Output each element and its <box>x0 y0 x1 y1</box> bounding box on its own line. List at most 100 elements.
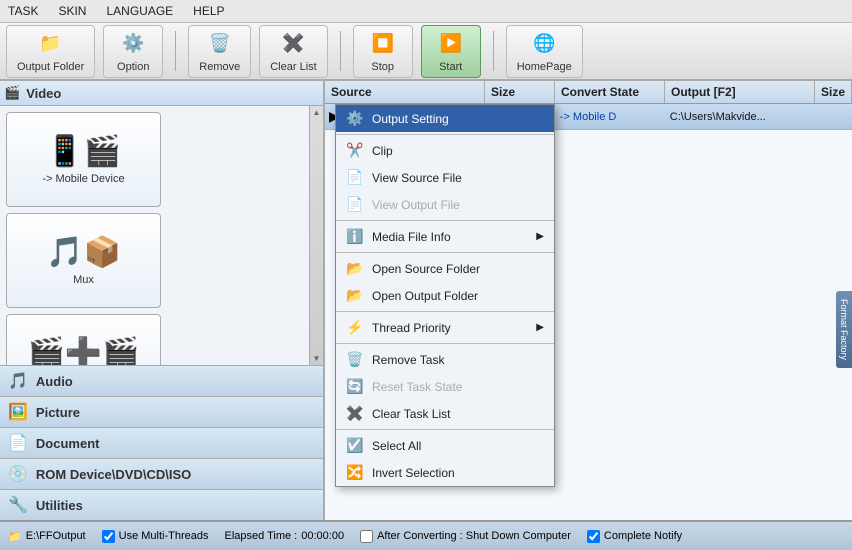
multi-threads-label: Use Multi-Threads <box>119 530 209 542</box>
menu-help[interactable]: HELP <box>189 2 228 20</box>
cm-view-output-icon: 📄 <box>346 196 364 213</box>
output-folder-button[interactable]: 📁 Output Folder <box>6 25 95 78</box>
option-button[interactable]: ⚙️ Option <box>103 25 163 78</box>
cm-select-all[interactable]: ☑️ Select All <box>336 432 554 459</box>
cm-sep-4 <box>336 311 554 312</box>
clear-list-button[interactable]: ✖️ Clear List <box>259 25 327 78</box>
menu-bar: TASK SKIN LANGUAGE HELP <box>0 0 852 23</box>
cm-clip[interactable]: ✂️ Clip <box>336 137 554 164</box>
cm-reset-task-icon: 🔄 <box>346 378 364 395</box>
cm-open-source-folder-icon: 📂 <box>346 260 364 277</box>
clear-list-icon: ✖️ <box>279 30 307 58</box>
after-converting-checkbox[interactable] <box>360 530 373 543</box>
remove-label: Remove <box>199 61 240 73</box>
context-menu: ⚙️ Output Setting ✂️ Clip 📄 View Source … <box>335 104 555 487</box>
complete-notify-checkbox[interactable] <box>587 530 600 543</box>
homepage-icon: 🌐 <box>530 30 558 58</box>
audio-category[interactable]: 🎵 Audio <box>0 365 323 396</box>
toolbar-separator-2 <box>340 31 341 71</box>
video-icon: 🎬 <box>4 85 20 101</box>
multi-threads-item: Use Multi-Threads <box>102 530 209 543</box>
start-icon: ▶️ <box>437 30 465 58</box>
cm-output-setting-label: Output Setting <box>372 112 449 126</box>
col-source: Source <box>325 81 485 103</box>
cm-view-output: 📄 View Output File <box>336 191 554 218</box>
homepage-button[interactable]: 🌐 HomePage <box>506 25 583 78</box>
rom-label: ROM Device\DVD\CD\ISO <box>36 467 191 482</box>
cm-open-source-folder-label: Open Source Folder <box>372 262 480 276</box>
cm-clear-task-list-icon: ✖️ <box>346 405 364 422</box>
cm-clear-task-list[interactable]: ✖️ Clear Task List <box>336 400 554 427</box>
stop-button[interactable]: ⏹️ Stop <box>353 25 413 78</box>
audio-icon: 🎵 <box>8 371 28 391</box>
cm-open-output-folder[interactable]: 📂 Open Output Folder <box>336 282 554 309</box>
col-state: Convert State <box>555 81 665 103</box>
col-size2: Size <box>815 81 852 103</box>
cm-invert-selection[interactable]: 🔀 Invert Selection <box>336 459 554 486</box>
mobile-device-card[interactable]: 📱🎬 -> Mobile Device <box>6 112 161 207</box>
menu-skin[interactable]: SKIN <box>54 2 90 20</box>
mux-card[interactable]: 🎵📦 Mux <box>6 213 161 308</box>
picture-icon: 🖼️ <box>8 402 28 422</box>
cm-invert-selection-icon: 🔀 <box>346 464 364 481</box>
video-joiner-card[interactable]: 🎬➕🎬 Video Joiner <box>6 314 161 365</box>
left-panel-scrollbar[interactable]: ▲ ▼ <box>309 106 323 365</box>
cm-view-output-label: View Output File <box>372 198 460 212</box>
video-card-area: 📱🎬 -> Mobile Device 🎵📦 Mux 🎬➕🎬 Video Joi… <box>0 106 309 365</box>
cm-clear-task-list-label: Clear Task List <box>372 407 450 421</box>
cm-remove-task-label: Remove Task <box>372 353 444 367</box>
cm-sep-6 <box>336 429 554 430</box>
main-area: 🎬 Video 📱🎬 -> Mobile Device 🎵📦 Mux 🎬➕🎬 <box>0 81 852 520</box>
option-icon: ⚙️ <box>119 30 147 58</box>
audio-label: Audio <box>36 374 73 389</box>
cm-view-source[interactable]: 📄 View Source File <box>336 164 554 191</box>
cm-select-all-icon: ☑️ <box>346 437 364 454</box>
cm-remove-task[interactable]: 🗑️ Remove Task <box>336 346 554 373</box>
toolbar: 📁 Output Folder ⚙️ Option 🗑️ Remove ✖️ C… <box>0 23 852 81</box>
cm-thread-priority[interactable]: ⚡ Thread Priority ▶ <box>336 314 554 341</box>
stop-icon: ⏹️ <box>369 30 397 58</box>
start-button[interactable]: ▶️ Start <box>421 25 481 78</box>
cm-thread-priority-arrow: ▶ <box>536 322 544 333</box>
cm-output-setting-icon: ⚙️ <box>346 110 364 127</box>
after-converting-item: After Converting : Shut Down Computer <box>360 530 571 543</box>
cm-output-setting[interactable]: ⚙️ Output Setting <box>336 105 554 132</box>
cm-open-output-folder-icon: 📂 <box>346 287 364 304</box>
status-bar: 📁 E:\FFOutput Use Multi-Threads Elapsed … <box>0 520 852 550</box>
cm-reset-task-label: Reset Task State <box>372 380 463 394</box>
col-size: Size <box>485 81 555 103</box>
file-output: C:\Users\Makvide... <box>664 107 814 127</box>
start-label: Start <box>439 61 462 73</box>
cm-view-source-icon: 📄 <box>346 169 364 186</box>
menu-language[interactable]: LANGUAGE <box>102 2 177 20</box>
rom-category[interactable]: 💿 ROM Device\DVD\CD\ISO <box>0 458 323 489</box>
cm-sep-5 <box>336 343 554 344</box>
menu-task[interactable]: TASK <box>4 2 42 20</box>
picture-label: Picture <box>36 405 80 420</box>
document-label: Document <box>36 436 100 451</box>
cm-view-source-label: View Source File <box>372 171 462 185</box>
cm-sep-2 <box>336 220 554 221</box>
multi-threads-checkbox[interactable] <box>102 530 115 543</box>
cm-clip-icon: ✂️ <box>346 142 364 159</box>
cm-media-info[interactable]: ℹ️ Media File Info ▶ <box>336 223 554 250</box>
output-folder-icon: 📁 <box>37 30 65 58</box>
cm-clip-label: Clip <box>372 144 393 158</box>
right-panel: Source Size Convert State Output [F2] Si… <box>325 81 852 520</box>
document-category[interactable]: 📄 Document <box>0 427 323 458</box>
cm-select-all-label: Select All <box>372 439 421 453</box>
utilities-category[interactable]: 🔧 Utilities <box>0 489 323 520</box>
format-factory-tab[interactable]: Format Factory <box>836 291 852 368</box>
remove-button[interactable]: 🗑️ Remove <box>188 25 251 78</box>
elapsed-time-value: 00:00:00 <box>301 530 344 542</box>
folder-icon: 📁 <box>8 530 22 543</box>
cm-open-source-folder[interactable]: 📂 Open Source Folder <box>336 255 554 282</box>
cm-media-info-icon: ℹ️ <box>346 228 364 245</box>
complete-notify-label: Complete Notify <box>604 530 682 542</box>
left-panel: 🎬 Video 📱🎬 -> Mobile Device 🎵📦 Mux 🎬➕🎬 <box>0 81 325 520</box>
output-path-item: 📁 E:\FFOutput <box>8 530 86 543</box>
picture-category[interactable]: 🖼️ Picture <box>0 396 323 427</box>
toolbar-separator-3 <box>493 31 494 71</box>
mux-icon: 🎵📦 <box>46 235 121 270</box>
left-panel-header: 🎬 Video <box>0 81 323 106</box>
